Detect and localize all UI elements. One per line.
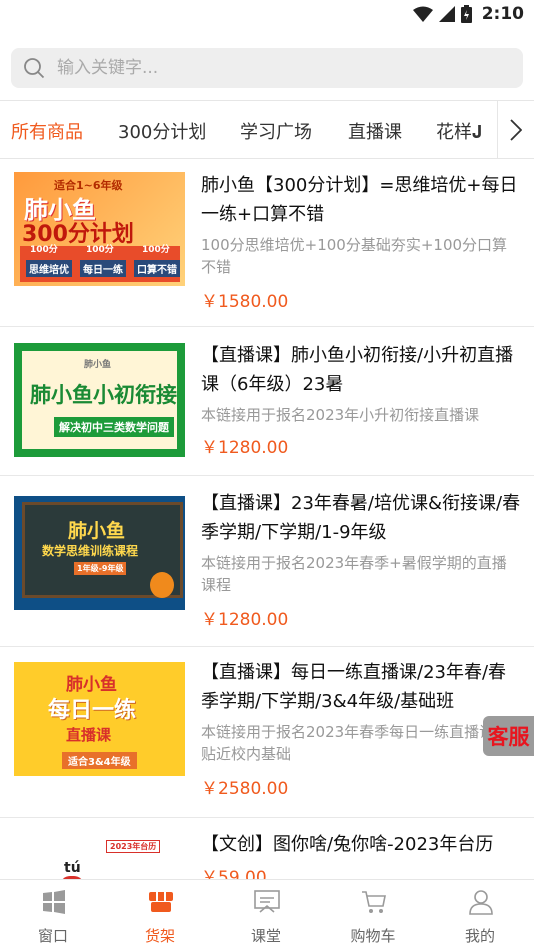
thumb-tag: 100分 bbox=[86, 245, 114, 255]
product-thumbnail: 肺小鱼 肺小鱼小初衔接 解决初中三类数学问题 bbox=[14, 343, 185, 457]
shelf-icon bbox=[149, 892, 173, 912]
thumb-text: tú bbox=[64, 860, 81, 876]
product-thumbnail: 肺小鱼 数学思维训练课程 1年级-9年级 bbox=[14, 496, 185, 610]
tab-study-square[interactable]: 学习广场 bbox=[240, 118, 312, 144]
customer-service-label: 客服 bbox=[487, 725, 530, 749]
user-icon bbox=[469, 890, 493, 915]
nav-label: 购物车 bbox=[350, 927, 396, 945]
tabs-more-button[interactable] bbox=[497, 101, 534, 158]
windows-icon bbox=[43, 890, 65, 914]
nav-label: 货架 bbox=[144, 927, 175, 945]
thumb-text: 数学思维训练课程 bbox=[42, 544, 139, 558]
thumb-tag: 口算不错 bbox=[134, 260, 180, 277]
product-title[interactable]: 【直播课】23年春暑/培优课&衔接课/春季学期/下学期/1-9年级 bbox=[201, 489, 523, 547]
tab-all-products[interactable]: 所有商品 bbox=[11, 118, 83, 144]
chevron-right-icon bbox=[510, 118, 522, 141]
product-thumbnail: 适合1~6年级 肺小鱼 300分计划 100分 100分 100分 思维培优 每… bbox=[14, 172, 185, 286]
product-list: 适合1~6年级 肺小鱼 300分计划 100分 100分 100分 思维培优 每… bbox=[0, 158, 534, 952]
product-item[interactable]: 肺小鱼 肺小鱼小初衔接 解决初中三类数学问题 【直播课】肺小鱼小初衔接/小升初直… bbox=[0, 327, 534, 476]
product-description: 100分思维培优+100分基础夯实+100分口算不错 bbox=[201, 236, 508, 276]
thumb-banner: 2023年台历 bbox=[106, 840, 161, 853]
product-price: ￥1280.00 bbox=[201, 438, 289, 458]
thumb-text: 肺小鱼 bbox=[68, 520, 126, 542]
search-input[interactable] bbox=[55, 57, 499, 79]
product-thumbnail: 肺小鱼 每日一练 直播课 适合3&4年级 bbox=[14, 662, 185, 776]
product-price: ￥2580.00 bbox=[201, 779, 289, 799]
clock: 2:10 bbox=[481, 4, 524, 24]
tab-300-plan[interactable]: 300分计划 bbox=[118, 118, 206, 144]
thumb-tag: 适合3&4年级 bbox=[62, 752, 137, 769]
tab-live-course[interactable]: 直播课 bbox=[348, 118, 402, 144]
nav-label: 课堂 bbox=[250, 927, 281, 945]
nav-label: 我的 bbox=[464, 927, 495, 945]
product-title[interactable]: 肺小鱼【300分计划】=思维培优+每日一练+口算不错 bbox=[201, 171, 523, 229]
bottom-nav: 窗口 货架 课堂 购物车 我的 bbox=[0, 879, 534, 951]
wifi-icon bbox=[412, 6, 433, 22]
customer-service-button[interactable]: 客服 bbox=[483, 716, 534, 756]
nav-mine[interactable]: 我的 bbox=[427, 880, 533, 951]
product-price: ￥1580.00 bbox=[201, 292, 289, 312]
tab-fancy[interactable]: 花样𝐉 bbox=[436, 118, 482, 144]
product-title[interactable]: 【直播课】肺小鱼小初衔接/小升初直播课（6年级）23暑 bbox=[201, 341, 523, 399]
thumb-tag: 1年级-9年级 bbox=[74, 562, 127, 575]
product-description: 本链接用于报名2023年春季+暑假学期的直播课程 bbox=[201, 554, 507, 594]
product-item[interactable]: 肺小鱼 每日一练 直播课 适合3&4年级 【直播课】每日一练直播课/23年春/春… bbox=[0, 647, 534, 818]
product-item[interactable]: 适合1~6年级 肺小鱼 300分计划 100分 100分 100分 思维培优 每… bbox=[0, 158, 534, 327]
nav-shelf[interactable]: 货架 bbox=[107, 880, 213, 951]
signal-icon bbox=[438, 6, 455, 22]
thumb-text: 每日一练 bbox=[48, 698, 137, 723]
thumb-tag: 解决初中三类数学问题 bbox=[54, 417, 174, 437]
status-bar: 2:10 bbox=[0, 0, 534, 30]
search-icon bbox=[24, 58, 45, 79]
thumb-tag: 100分 bbox=[30, 245, 58, 255]
cart-icon bbox=[362, 891, 386, 913]
product-title[interactable]: 【文创】图你啥/兔你啥-2023年台历 bbox=[201, 830, 523, 859]
nav-cart[interactable]: 购物车 bbox=[320, 880, 426, 951]
category-tabs: 所有商品 300分计划 学习广场 直播课 花样𝐉 bbox=[0, 100, 534, 159]
thumb-text: 直播课 bbox=[66, 726, 112, 744]
classroom-icon bbox=[254, 890, 280, 913]
product-description: 本链接用于报名2023年小升初衔接直播课 bbox=[201, 406, 480, 424]
nav-window[interactable]: 窗口 bbox=[0, 880, 106, 951]
product-description: 本链接用于报名2023年春季每日一练直播课，贴近校内基础 bbox=[201, 723, 510, 763]
nav-label: 窗口 bbox=[37, 927, 68, 945]
product-title[interactable]: 【直播课】每日一练直播课/23年春/春季学期/下学期/3&4年级/基础班 bbox=[201, 658, 523, 716]
mascot-image bbox=[150, 572, 174, 598]
thumb-text: 肺小鱼小初衔接 bbox=[30, 383, 177, 407]
product-item[interactable]: 肺小鱼 数学思维训练课程 1年级-9年级 【直播课】23年春暑/培优课&衔接课/… bbox=[0, 476, 534, 647]
thumb-tag: 每日一练 bbox=[80, 260, 126, 277]
battery-icon bbox=[460, 5, 472, 23]
nav-classroom[interactable]: 课堂 bbox=[213, 880, 319, 951]
status-icons: 2:10 bbox=[412, 4, 524, 24]
thumb-brand: 肺小鱼 bbox=[84, 360, 112, 370]
product-price: ￥1280.00 bbox=[201, 610, 289, 630]
thumb-tag: 100分 bbox=[142, 245, 170, 255]
search-bar[interactable] bbox=[11, 48, 523, 88]
thumb-tag: 思维培优 bbox=[26, 260, 72, 277]
